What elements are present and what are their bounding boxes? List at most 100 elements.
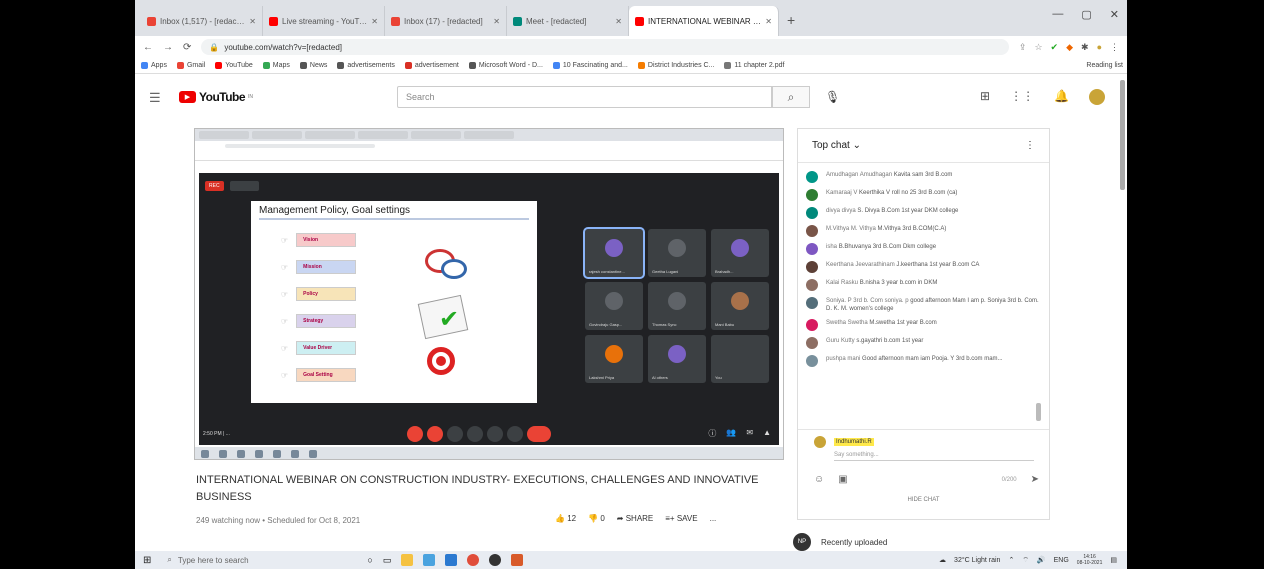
app-icon[interactable] bbox=[489, 554, 502, 566]
store-icon[interactable] bbox=[423, 554, 436, 566]
bookmark-item[interactable]: Maps bbox=[262, 62, 290, 69]
captions-icon bbox=[447, 426, 463, 442]
apps-grid-icon[interactable]: ⋮⋮ bbox=[1010, 89, 1034, 105]
app-icon-2[interactable] bbox=[511, 554, 524, 566]
slide-bullet-label: Goal Setting bbox=[296, 368, 357, 382]
star-icon[interactable]: ☆ bbox=[1034, 42, 1042, 53]
omnibox[interactable]: 🔒 youtube.com/watch?v=[redacted] bbox=[201, 39, 1009, 55]
browser-tab[interactable]: Live streaming - YouTube Studio ✕ bbox=[263, 6, 385, 36]
search-input[interactable]: Search bbox=[397, 86, 772, 108]
mail-icon[interactable] bbox=[445, 554, 458, 566]
more-actions-button[interactable]: ... bbox=[710, 514, 717, 523]
bookmark-item[interactable]: 10 Fascinating and... bbox=[552, 62, 628, 69]
menu-icon[interactable]: ⋮ bbox=[1110, 42, 1119, 53]
tab-close-icon[interactable]: ✕ bbox=[249, 17, 256, 26]
bookmark-item[interactable]: YouTube bbox=[215, 62, 253, 69]
tab-close-icon[interactable]: ✕ bbox=[493, 17, 500, 26]
cortana-icon[interactable]: ○ bbox=[367, 555, 372, 565]
tab-close-icon[interactable]: ✕ bbox=[371, 17, 378, 26]
forward-icon[interactable]: → bbox=[163, 42, 173, 53]
char-count: 0/200 bbox=[1001, 476, 1017, 483]
reading-list-label: Reading list bbox=[1086, 62, 1123, 69]
new-tab-icon[interactable]: + bbox=[787, 12, 795, 28]
pointing-hand-icon: ☞ bbox=[281, 262, 289, 272]
create-video-icon[interactable]: ⊞ bbox=[980, 89, 990, 105]
notifications-icon[interactable]: ▤ bbox=[1110, 556, 1117, 564]
slide-bullet: ☞ Goal Setting bbox=[281, 368, 357, 382]
browser-tab[interactable]: Inbox (17) - [redacted] ✕ bbox=[385, 6, 507, 36]
bookmark-item[interactable]: Apps bbox=[141, 62, 167, 69]
top-chat-dropdown[interactable]: Top chat ⌄ bbox=[812, 140, 861, 151]
chat-author: M.Vithya M. Vithya bbox=[826, 226, 876, 232]
page-scrollbar[interactable] bbox=[1120, 80, 1125, 190]
chat-menu-icon[interactable]: ⋮ bbox=[1025, 140, 1035, 151]
taskbar-search[interactable]: ⌕ Type here to search bbox=[161, 551, 357, 569]
participant-name: Brahadh... bbox=[715, 269, 734, 274]
chevron-up-icon[interactable]: ⌃ bbox=[1008, 556, 1014, 564]
reload-icon[interactable]: ⟳ bbox=[183, 42, 191, 53]
participant-avatar bbox=[605, 292, 623, 310]
chat-input[interactable]: Say something... bbox=[834, 452, 1034, 461]
language-label[interactable]: ENG bbox=[1054, 557, 1069, 564]
notifications-bell-icon[interactable]: 🔔 bbox=[1054, 89, 1069, 105]
back-icon[interactable]: ← bbox=[143, 42, 153, 53]
windows-start-icon[interactable]: ⊞ bbox=[143, 555, 151, 566]
profile-icon[interactable]: ● bbox=[1097, 42, 1102, 53]
bookmark-item[interactable]: advertisement bbox=[404, 62, 459, 69]
browser-tab[interactable]: Inbox (1,517) - [redacted] ✕ bbox=[141, 6, 263, 36]
bookmark-item[interactable]: District Industries C... bbox=[637, 62, 714, 69]
chat-author: isha bbox=[826, 244, 838, 250]
maximize-icon[interactable]: ▢ bbox=[1081, 8, 1091, 21]
user-avatar[interactable] bbox=[1089, 89, 1106, 105]
share-button[interactable]: ➦ SHARE bbox=[617, 514, 654, 523]
network-icon[interactable]: ⌔ bbox=[1022, 556, 1029, 565]
emoji-icon[interactable]: ☺ bbox=[814, 474, 824, 485]
search-icon: ⌕ bbox=[787, 90, 795, 104]
bookmark-item[interactable]: News bbox=[299, 62, 327, 69]
save-button[interactable]: ≡+ SAVE bbox=[665, 514, 697, 523]
youtube-logo[interactable]: ▶ YouTube IN bbox=[179, 90, 253, 104]
super-chat-icon[interactable]: ▣ bbox=[838, 474, 847, 485]
dislike-button[interactable]: 👎 0 bbox=[588, 514, 605, 523]
extension-icon[interactable]: ◆ bbox=[1066, 42, 1073, 53]
hide-chat-button[interactable]: HIDE CHAT bbox=[798, 497, 1049, 503]
chat-text: M.swetha 1st year B.com bbox=[869, 320, 937, 326]
participant-name: Thomas Sync bbox=[652, 322, 677, 327]
minimize-icon[interactable]: — bbox=[1052, 8, 1063, 21]
microphone-icon[interactable]: 🎙 bbox=[825, 90, 840, 104]
chat-text: S. Divya B.Com 1st year DKM college bbox=[857, 208, 959, 214]
check-extension-icon[interactable]: ✔ bbox=[1051, 42, 1059, 53]
video-title: INTERNATIONAL WEBINAR ON CONSTRUCTION IN… bbox=[196, 474, 759, 503]
hamburger-menu-icon[interactable]: ☰ bbox=[149, 90, 161, 106]
search-button[interactable]: ⌕ bbox=[772, 86, 810, 108]
bookmark-item[interactable]: Microsoft Word - D... bbox=[468, 62, 543, 69]
share-icon[interactable]: ⇪ bbox=[1019, 42, 1027, 53]
info-icon: ⓘ bbox=[708, 429, 717, 438]
chat-compose-actions: ☺ ▣ 0/200 ➤ bbox=[814, 474, 1039, 485]
slide-bullet: ☞ Strategy bbox=[281, 314, 357, 328]
like-button[interactable]: 👍 12 bbox=[555, 514, 576, 523]
close-icon[interactable]: ✕ bbox=[1110, 8, 1119, 21]
participant-tile: Thomas Sync bbox=[648, 282, 706, 330]
participant-name: Govindraju Gasp... bbox=[589, 322, 623, 327]
bookmark-item[interactable]: advertisements bbox=[337, 62, 395, 69]
puzzle-icon[interactable]: ✱ bbox=[1081, 42, 1089, 53]
chat-scrollbar[interactable] bbox=[1036, 403, 1041, 421]
task-view-icon[interactable]: ▭ bbox=[383, 555, 392, 566]
bookmark-item[interactable]: Gmail bbox=[176, 62, 205, 69]
video-player[interactable]: REC Management Policy, Goal settings ☞ Vi… bbox=[194, 128, 784, 460]
bookmark-item[interactable]: 11 chapter 2.pdf bbox=[724, 62, 784, 69]
reading-list-button[interactable]: Reading list bbox=[1080, 62, 1123, 69]
clock[interactable]: 14:16 08-10-2021 bbox=[1077, 554, 1103, 566]
tab-close-icon[interactable]: ✕ bbox=[765, 17, 772, 26]
file-explorer-icon[interactable] bbox=[401, 554, 414, 566]
send-icon[interactable]: ➤ bbox=[1031, 474, 1039, 485]
chrome-icon[interactable] bbox=[467, 554, 480, 566]
browser-tab[interactable]: INTERNATIONAL WEBINAR ON C ✕ bbox=[629, 6, 779, 36]
chat-author: divya divya bbox=[826, 208, 856, 214]
tab-close-icon[interactable]: ✕ bbox=[615, 17, 622, 26]
volume-icon[interactable]: 🔊 bbox=[1037, 556, 1046, 564]
video-meta: 249 watching now • Scheduled for Oct 8, … bbox=[196, 516, 361, 525]
browser-tab[interactable]: Meet - [redacted] ✕ bbox=[507, 6, 629, 36]
recently-uploaded-row[interactable]: NP Recently uploaded bbox=[793, 533, 887, 551]
